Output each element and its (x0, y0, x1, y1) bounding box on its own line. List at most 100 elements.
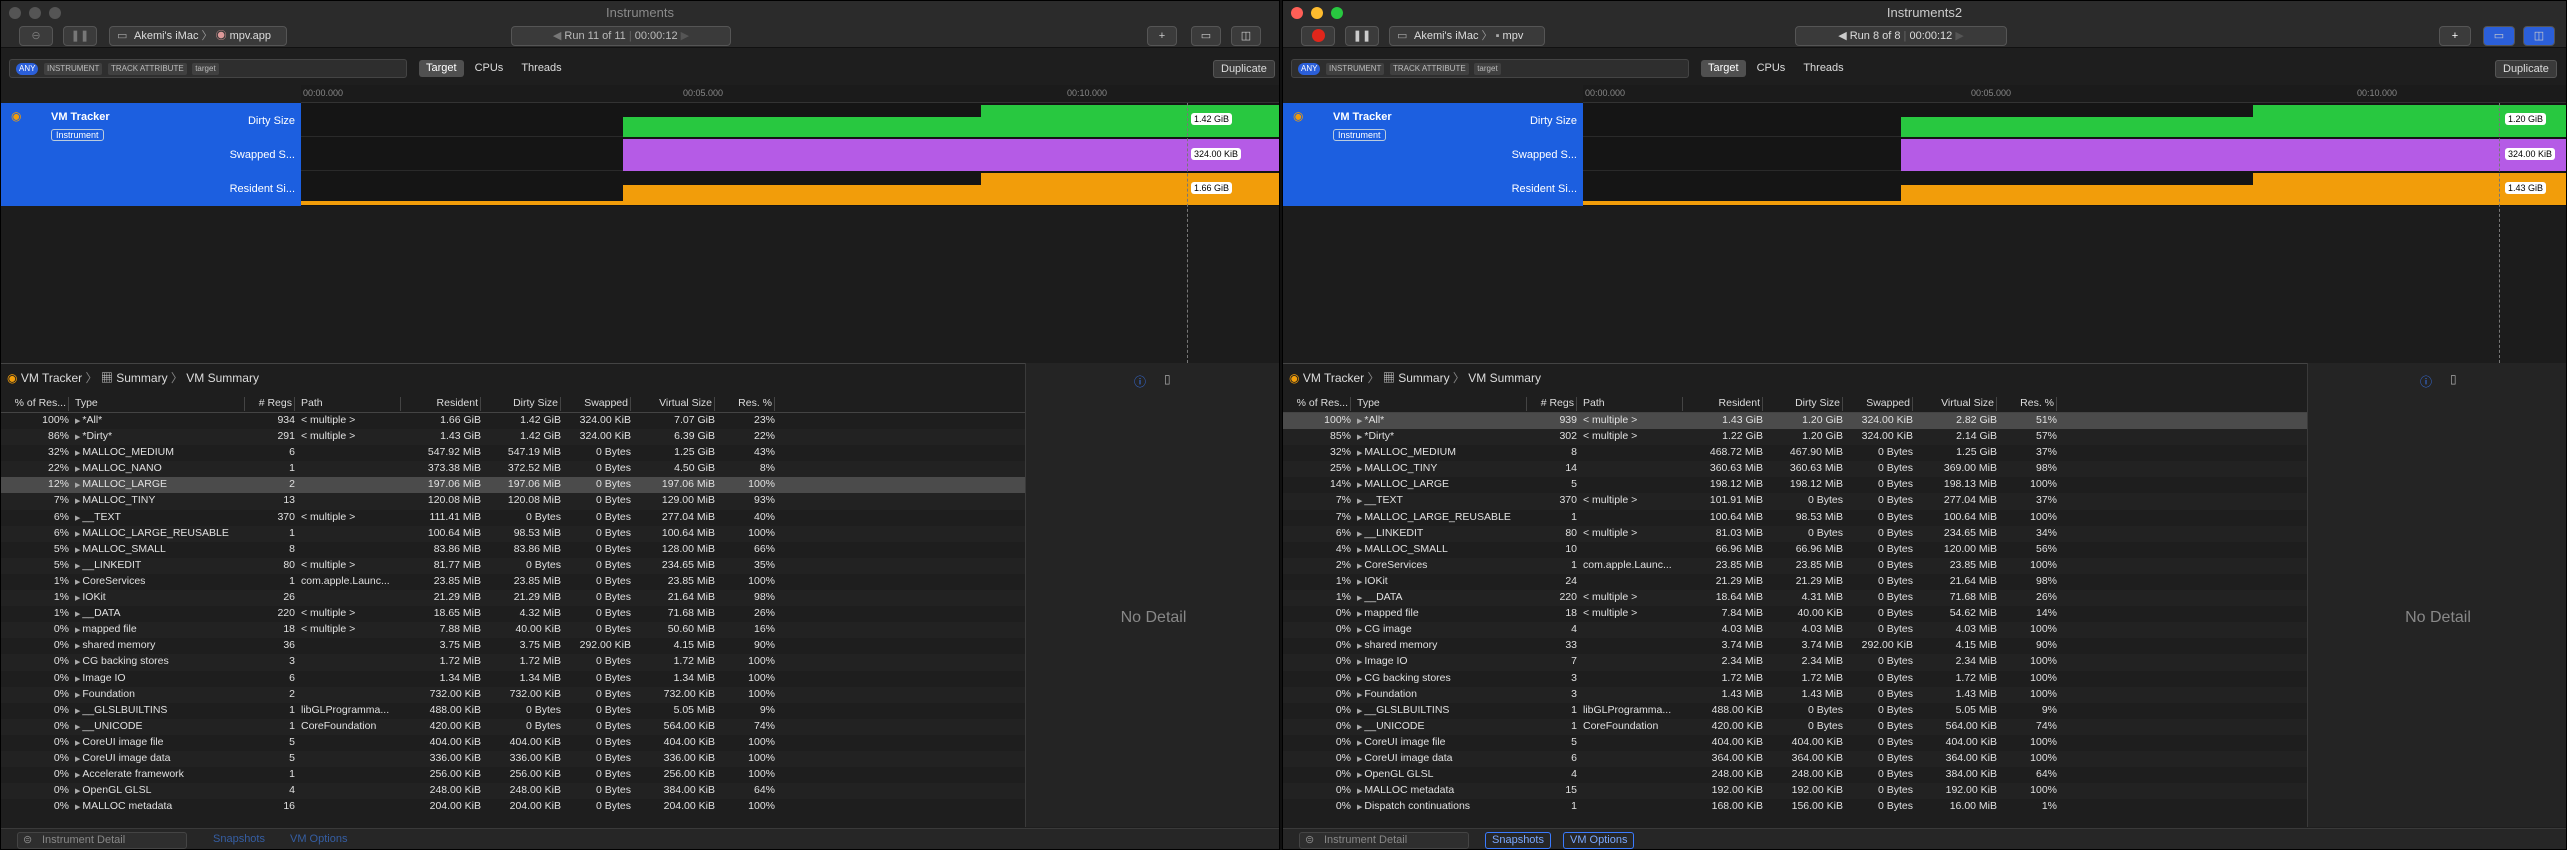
disclosure-triangle-icon[interactable]: ▶ (75, 659, 80, 666)
filter-any-chip[interactable]: ANY (1298, 63, 1321, 75)
table-row[interactable]: 2% ▶ CoreServices 1 com.apple.Launc... 23.85 … (1283, 557, 2307, 574)
breadcrumb-instrument[interactable]: VM Tracker (21, 371, 82, 385)
duplicate-button[interactable]: Duplicate (2495, 60, 2557, 78)
column-header-virtual-size[interactable]: Virtual Size (1917, 397, 1997, 411)
previous-run-icon[interactable]: ◀ (553, 30, 565, 42)
previous-run-icon[interactable]: ◀ (1838, 30, 1850, 42)
disclosure-triangle-icon[interactable]: ▶ (75, 643, 80, 650)
info-icon[interactable]: ⓘ (1134, 373, 1146, 390)
table-row[interactable]: 0% ▶ OpenGL GLSL 4 248.00 KiB 248.00 KiB 0 Byt… (1283, 767, 2307, 783)
column-header-type[interactable]: Type (1357, 397, 1527, 411)
filter-track-attribute-chip[interactable]: TRACK ATTRIBUTE (107, 63, 187, 75)
run-selector[interactable]: ◀ Run 8 of 8 | 00:00:12 ▶ (1795, 26, 2007, 46)
table-row[interactable]: 0% ▶ __UNICODE 1 CoreFoundation 420.00 KiB 0 B… (1, 718, 1025, 735)
column-header-region-count[interactable]: # Regs (1529, 397, 1577, 411)
snapshots-tab[interactable]: Snapshots (207, 832, 271, 849)
disclosure-triangle-icon[interactable]: ▶ (1357, 579, 1362, 586)
disclosure-triangle-icon[interactable]: ▶ (1357, 418, 1362, 425)
filter-any-chip[interactable]: ANY (16, 63, 39, 75)
table-row[interactable]: 0% ▶ CoreUI image data 5 336.00 KiB 336.00 Ki… (1, 750, 1025, 768)
table-row[interactable]: 0% ▶ CoreUI image data 6 364.00 KiB 364.00 Ki… (1283, 750, 2307, 768)
table-row[interactable]: 86% ▶ *Dirty* 291 < multiple > 1.43 GiB 1.42 G… (1, 429, 1025, 446)
column-header-path[interactable]: Path (301, 397, 401, 411)
playhead-line[interactable] (1187, 103, 1188, 363)
track-graphs[interactable]: 1.20 GiB 324.00 KiB 1.43 GiB (1583, 103, 2566, 206)
disclosure-triangle-icon[interactable]: ▶ (1357, 515, 1362, 522)
disclosure-triangle-icon[interactable]: ▶ (75, 450, 80, 457)
disclosure-triangle-icon[interactable]: ▶ (1357, 788, 1362, 795)
disclosure-triangle-icon[interactable]: ▶ (75, 611, 80, 618)
filter-track-attribute-chip[interactable]: TRACK ATTRIBUTE (1389, 63, 1469, 75)
column-header-dirty-size[interactable]: Dirty Size (1767, 397, 1843, 411)
table-row[interactable]: 0% ▶ Dispatch continuations 1 168.00 KiB 156.… (1283, 799, 2307, 815)
disclosure-triangle-icon[interactable]: ▶ (75, 466, 80, 473)
instrument-track-header[interactable]: ◉ VM Tracker Instrument Dirty Size Swapp… (1, 103, 301, 206)
disclosure-triangle-icon[interactable]: ▶ (75, 740, 80, 747)
column-header-pct-resident[interactable]: % of Res... (1287, 397, 1351, 411)
scope-threads[interactable]: Threads (1796, 60, 1850, 77)
table-row[interactable]: 0% ▶ __UNICODE 1 CoreFoundation 420.00 KiB 0 B… (1283, 718, 2307, 735)
table-row[interactable]: 32% ▶ MALLOC_MEDIUM 8 468.72 MiB 467.90 MiB 0 … (1283, 445, 2307, 461)
table-row[interactable]: 0% ▶ shared memory 33 3.74 MiB 3.74 MiB 292.00… (1283, 638, 2307, 654)
minimize-window-button[interactable] (29, 7, 41, 19)
table-row[interactable]: 1% ▶ __DATA 220 < multiple > 18.64 MiB 4.31 Mi… (1283, 590, 2307, 607)
disclosure-triangle-icon[interactable]: ▶ (75, 579, 80, 586)
column-header-swapped[interactable]: Swapped (1845, 397, 1913, 411)
disclosure-triangle-icon[interactable]: ▶ (1357, 756, 1362, 763)
target-selector[interactable]: ▭ Akemi's iMac 〉 ◉ mpv.app (109, 26, 287, 46)
table-row[interactable]: 0% ▶ Foundation 2 732.00 KiB 732.00 KiB 0 Byte… (1, 686, 1025, 703)
disclosure-triangle-icon[interactable]: ▶ (1357, 804, 1362, 811)
disclosure-triangle-icon[interactable]: ▶ (75, 692, 80, 699)
add-instrument-button[interactable]: + (2439, 26, 2471, 46)
dirty-size-track[interactable]: 1.20 GiB (1583, 103, 2566, 137)
info-icon[interactable]: ⓘ (2420, 373, 2432, 390)
column-header-swapped[interactable]: Swapped (563, 397, 631, 411)
vm-options-tab[interactable]: VM Options (1563, 832, 1635, 849)
run-selector[interactable]: ◀ Run 11 of 11 | 00:00:12 ▶ (511, 26, 731, 46)
close-window-button[interactable] (1291, 7, 1303, 19)
table-row[interactable]: 7% ▶ __TEXT 370 < multiple > 101.91 MiB 0 Byte… (1283, 493, 2307, 510)
table-row[interactable]: 4% ▶ MALLOC_SMALL 10 66.96 MiB 66.96 MiB 0 Byt… (1283, 542, 2307, 558)
duplicate-button[interactable]: Duplicate (1213, 60, 1275, 78)
breadcrumb-current[interactable]: VM Summary (186, 371, 259, 385)
disclosure-triangle-icon[interactable]: ▶ (75, 788, 80, 795)
column-header-resident[interactable]: Resident (1687, 397, 1763, 411)
table-row[interactable]: 0% ▶ __GLSLBUILTINS 1 libGLProgramma... 488.0… (1283, 703, 2307, 719)
disclosure-triangle-icon[interactable]: ▶ (1357, 466, 1362, 473)
disclosure-triangle-icon[interactable]: ▶ (1357, 659, 1362, 666)
scope-cpus[interactable]: CPUs (1750, 60, 1793, 77)
disclosure-triangle-icon[interactable]: ▶ (75, 676, 80, 683)
track-filter-field[interactable]: ANY INSTRUMENT TRACK ATTRIBUTE target (9, 59, 407, 78)
disclosure-triangle-icon[interactable]: ▶ (75, 708, 80, 715)
disclosure-triangle-icon[interactable]: ▶ (75, 482, 80, 489)
table-row[interactable]: 0% ▶ CG image 4 4.03 MiB 4.03 MiB 0 Bytes 4.03 … (1283, 622, 2307, 639)
stop-button[interactable] (1301, 26, 1335, 46)
disclosure-triangle-icon[interactable]: ▶ (1357, 611, 1362, 618)
record-button[interactable]: ⊖ (19, 26, 53, 46)
table-row[interactable]: 0% ▶ Foundation 3 1.43 MiB 1.43 MiB 0 Bytes 1.4… (1283, 686, 2307, 703)
table-row[interactable]: 6% ▶ MALLOC_LARGE_REUSABLE 1 100.64 MiB 98.53… (1, 525, 1025, 542)
instrument-detail-filter[interactable]: ⊜ Instrument Detail (1299, 832, 1469, 849)
target-selector[interactable]: ▭ Akemi's iMac 〉 ▪ mpv (1389, 26, 1545, 46)
table-row[interactable]: 0% ▶ mapped file 18 < multiple > 7.84 MiB 40.0… (1283, 606, 2307, 622)
table-row[interactable]: 100% ▶ *All* 934 < multiple > 1.66 GiB 1.42 Gi… (1, 413, 1025, 429)
disclosure-triangle-icon[interactable]: ▶ (75, 531, 80, 538)
table-row[interactable]: 7% ▶ MALLOC_LARGE_REUSABLE 1 100.64 MiB 98.53… (1283, 510, 2307, 526)
disclosure-triangle-icon[interactable]: ▶ (75, 627, 80, 634)
breadcrumb-summary[interactable]: Summary (1398, 371, 1449, 385)
playhead-line[interactable] (2499, 103, 2500, 363)
close-window-button[interactable] (9, 7, 21, 19)
document-icon[interactable]: ▯ (2450, 372, 2457, 386)
disclosure-triangle-icon[interactable]: ▶ (75, 804, 80, 811)
track-graphs[interactable]: 1.42 GiB 324.00 KiB 1.66 GiB (301, 103, 1279, 206)
filter-target-chip[interactable]: target (192, 63, 219, 75)
table-row[interactable]: 0% ▶ __GLSLBUILTINS 1 libGLProgramma... 488.0… (1, 703, 1025, 719)
toggle-bottom-pane-button[interactable]: ▭ (2483, 26, 2515, 46)
disclosure-triangle-icon[interactable]: ▶ (75, 434, 80, 441)
disclosure-triangle-icon[interactable]: ▶ (75, 547, 80, 554)
disclosure-triangle-icon[interactable]: ▶ (1357, 643, 1362, 650)
disclosure-triangle-icon[interactable]: ▶ (1357, 724, 1362, 731)
swapped-size-track[interactable]: 324.00 KiB (301, 137, 1279, 171)
disclosure-triangle-icon[interactable]: ▶ (75, 595, 80, 602)
disclosure-triangle-icon[interactable]: ▶ (1357, 595, 1362, 602)
